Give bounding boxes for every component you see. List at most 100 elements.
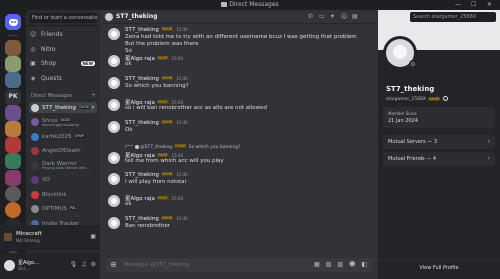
server-icon[interactable] (5, 202, 21, 218)
profile-name: ST7_theking (386, 85, 435, 93)
message-author[interactable]: ST7_theking (125, 120, 159, 126)
dm-tag: VFNP (73, 133, 85, 138)
mutual-friends-row[interactable]: Mutual Friends — 4 › (383, 152, 495, 166)
find-conversation-button[interactable]: Find or start a conversation (29, 13, 97, 23)
call-icon[interactable]: ✆ (308, 13, 313, 20)
message-text: so i will ban renobrother acc as alts ar… (125, 105, 267, 111)
headphones-icon[interactable]: ♫ (81, 261, 86, 268)
nav-friends[interactable]: ☺ Friends (29, 29, 97, 40)
nitro-icon: ◎ (30, 45, 36, 53)
mic-icon[interactable]: 🎙︎ (70, 261, 78, 268)
message-timestamp: 15:46 (171, 56, 184, 61)
pin-icon[interactable]: ✦ (330, 13, 335, 20)
message-header: ST7_theking GOOE 15:46 (125, 172, 188, 178)
server-icon[interactable] (5, 137, 21, 154)
dm-item[interactable]: kartik2025 VFNP (29, 131, 97, 142)
message-avatar[interactable] (108, 77, 120, 89)
message-input[interactable] (124, 260, 284, 270)
message-avatar[interactable] (108, 217, 120, 229)
server-icon[interactable] (5, 121, 21, 137)
chat-header: ST7_theking ✆ ▭ ✦ ☺ ▤ (100, 10, 378, 24)
dm-subtext: Playing Dark Warrior Idle... (42, 166, 89, 170)
author-tag: GOOE (160, 27, 174, 31)
search-input[interactable]: Search stargamer_2568X (410, 12, 496, 22)
nav-label: Shop (41, 60, 57, 67)
dm-item[interactable]: Blocklink (29, 189, 97, 200)
message-avatar[interactable] (108, 173, 120, 185)
message-timestamp: 15:46 (176, 27, 188, 32)
maximize-button[interactable]: ☐ (471, 1, 476, 8)
server-icon[interactable] (5, 185, 21, 202)
nav-shop[interactable]: ▣ Shop NEW (29, 58, 97, 69)
message-timestamp: 15:46 (176, 216, 188, 221)
nav-quests[interactable]: ◈ Quests (29, 73, 97, 84)
home-button[interactable] (5, 14, 21, 30)
message-text: But the problem was there (125, 41, 199, 47)
sticker-icon[interactable]: ▨ (337, 261, 343, 268)
video-icon[interactable]: ▭ (319, 13, 325, 20)
message-timestamp: 15:46 (176, 120, 188, 125)
dm-avatar (31, 176, 39, 184)
message-author[interactable]: ST7_theking (125, 216, 159, 222)
recipient-name[interactable]: ST7_theking (116, 13, 157, 20)
dm-item[interactable]: AngleOfDeath (29, 146, 97, 157)
user-avatar[interactable] (4, 260, 15, 271)
dm-name: XO (42, 177, 50, 183)
profile-toggle-icon[interactable]: ▤ (352, 13, 358, 20)
minimize-button[interactable]: — (455, 1, 461, 8)
close-window-button[interactable]: ✕ (487, 1, 492, 8)
dm-item[interactable]: ST7_theking GOOE ✕ (29, 102, 97, 113)
server-icon[interactable] (5, 169, 21, 186)
dm-tag: GOAT (59, 117, 72, 122)
dm-item[interactable]: OPTIMUS PXL (29, 204, 97, 215)
settings-icon[interactable]: ⚙ (91, 261, 96, 268)
title-bar: Direct Messages — ☐ ✕ (0, 0, 500, 10)
discord-window: Direct Messages — ☐ ✕ PK Find or start a… (0, 0, 500, 279)
close-dm-icon[interactable]: ✕ (91, 105, 95, 111)
message-author[interactable]: ST7_theking (125, 27, 159, 33)
member-since-value: 21 Jan 2024 (388, 118, 418, 124)
add-friend-icon[interactable]: ☺ (341, 13, 347, 20)
reply-preview[interactable]: @ST7_theking GOOE So which you banning? (125, 144, 241, 150)
server-icon[interactable] (5, 40, 21, 56)
author-tag: GOOE (160, 120, 174, 124)
attach-button[interactable]: ⊕ (110, 260, 117, 270)
message-avatar[interactable] (108, 152, 120, 164)
author-tag: GOOE (160, 172, 174, 176)
reply-tag: GOOE (174, 144, 187, 148)
server-icon[interactable] (5, 56, 21, 73)
nav-nitro[interactable]: ◎ Nitro (29, 44, 97, 55)
dm-name: kartik2025 VFNP (42, 133, 85, 140)
message-avatar[interactable] (108, 195, 120, 207)
recipient-avatar[interactable] (105, 13, 113, 21)
dm-item[interactable]: Dark Warrior Playing Dark Warrior Idle... (29, 160, 97, 171)
apps-icon[interactable]: ◧ (361, 261, 367, 268)
server-icon[interactable] (5, 72, 21, 89)
user-name[interactable]: 星Algo… (18, 259, 39, 266)
emoji-icon[interactable]: ☻ (349, 261, 355, 268)
message-author[interactable]: ST7_theking (125, 172, 159, 178)
mutual-servers-row[interactable]: Mutual Servers — 3 › (383, 135, 495, 149)
dm-name: Blocklink (42, 191, 67, 198)
activity-settings-icon[interactable]: ▣ (90, 233, 96, 240)
server-icon[interactable] (5, 153, 21, 170)
view-full-profile-link[interactable]: View Full Profile (378, 265, 500, 271)
message-avatar[interactable] (108, 121, 120, 133)
message-avatar[interactable] (108, 99, 120, 111)
message-avatar[interactable] (108, 55, 120, 67)
minecraft-icon (4, 233, 12, 241)
discord-logo-icon (8, 18, 18, 26)
server-icon[interactable] (5, 104, 21, 121)
gif-icon[interactable]: ▧ (326, 261, 332, 268)
member-since-label: Member Since (388, 111, 417, 116)
message-author[interactable]: ST7_theking (125, 76, 159, 82)
message-avatar[interactable] (108, 28, 120, 40)
activity-status: Not Sharing (16, 238, 40, 243)
create-dm-button[interactable]: + (91, 92, 96, 99)
message-header: ST7_theking GOOE 15:46 (125, 216, 188, 222)
profile-panel: ST7_theking stargamer_2568X GOOE Member S… (378, 10, 500, 279)
gift-icon[interactable]: ▦ (314, 261, 320, 268)
dm-item[interactable]: XO (29, 175, 97, 186)
server-icon[interactable]: PK (5, 88, 21, 105)
dm-item[interactable]: Shrus GOAT discord.gg/rvxsswmp (29, 117, 97, 128)
